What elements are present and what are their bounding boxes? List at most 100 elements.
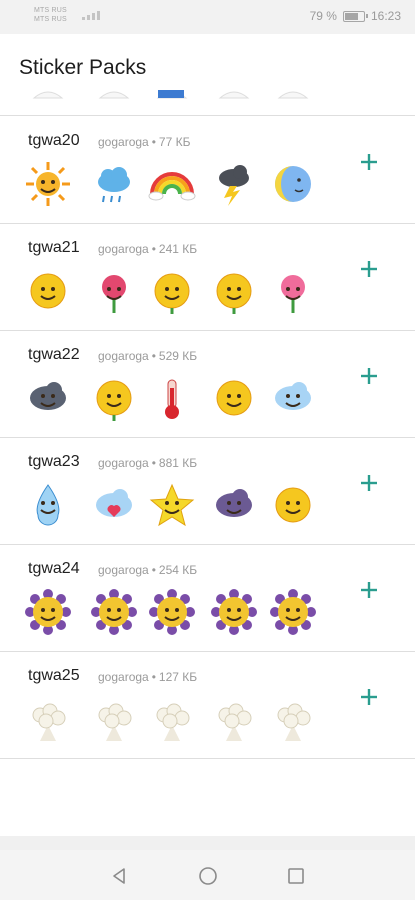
cloud-face-icon [269, 374, 317, 422]
pack-size: 881 КБ [158, 456, 198, 470]
meta-separator: • [151, 135, 156, 149]
status-bar: MTS RUS MTS RUS 79 % 16:23 [0, 0, 415, 34]
pack-meta: gogaroga • 254 КБ [98, 563, 197, 577]
recents-icon[interactable] [285, 865, 307, 887]
laughing-emoji-icon [24, 267, 72, 315]
pink-hair-boy-icon [24, 90, 72, 100]
sticker-pack-row[interactable]: tgwa19gogaroga•463 КБ [0, 90, 415, 116]
sticker-pack-row[interactable]: tgwa21 gogaroga • 241 КБ [0, 225, 415, 331]
sticker-preview-strip [24, 374, 324, 426]
plus-icon [361, 368, 377, 384]
pack-author: gogaroga [98, 456, 149, 470]
heart-rose-icon [269, 267, 317, 315]
rain-cloud-icon [90, 160, 138, 208]
white-roses-icon [24, 695, 72, 743]
thunder-cloud-icon [24, 374, 72, 422]
sticker-pack-row[interactable]: tgwa24 gogaroga • 254 КБ [0, 546, 415, 652]
sticker-preview-strip [24, 588, 324, 640]
page-title: Sticker Packs [19, 56, 147, 79]
pack-name: tgwa24 [28, 560, 80, 577]
sticker-preview-strip [24, 90, 324, 104]
cool-sun-icon [210, 374, 258, 422]
sticker-pack-list[interactable]: tgwa19gogaroga•463 КБtgwa20gogaroga•77 К… [0, 90, 415, 850]
sticker-pack-row[interactable]: tgwa23 gogaroga • 881 КБ [0, 439, 415, 545]
white-roses-heap-icon [269, 695, 317, 743]
fire-flower-icon [148, 267, 196, 315]
plus-icon [361, 475, 377, 491]
pack-name: tgwa23 [28, 453, 80, 470]
pack-meta: gogaroga • 529 КБ [98, 349, 197, 363]
carrier-line-2: MTS RUS [34, 16, 67, 23]
meta-separator: • [151, 242, 156, 256]
status-right: 79 % 16:23 [310, 9, 401, 23]
sunflower-smile-icon [24, 588, 72, 636]
white-roses-bag-icon [210, 695, 258, 743]
add-pack-button[interactable] [355, 362, 383, 390]
sun-flower-face-icon [90, 374, 138, 422]
add-pack-button[interactable] [355, 148, 383, 176]
star-face-icon [148, 481, 196, 529]
battery-percent: 79 % [309, 9, 337, 23]
red-rose-icon [90, 267, 138, 315]
pack-size: 529 КБ [158, 349, 198, 363]
pink-hair-boy-icon [90, 90, 138, 100]
add-pack-button[interactable] [355, 255, 383, 283]
sunflower-laugh-icon [148, 588, 196, 636]
meta-separator: • [151, 349, 156, 363]
sticker-preview-strip [24, 160, 324, 212]
home-icon[interactable] [197, 865, 219, 887]
white-roses-box-icon [90, 695, 138, 743]
moon-icon [269, 160, 317, 208]
add-pack-button[interactable] [355, 469, 383, 497]
pack-meta: gogaroga • 127 КБ [98, 670, 197, 684]
plus-icon [361, 261, 377, 277]
pack-name: tgwa20 [28, 132, 80, 149]
sticker-preview-strip [24, 695, 324, 747]
rainbow-icon [148, 160, 196, 208]
sunflower-wink-icon [90, 588, 138, 636]
pack-author: gogaroga [98, 670, 149, 684]
yellow-flower-icon [210, 267, 258, 315]
sun-icon [24, 160, 72, 208]
sticker-pack-row[interactable]: tgwa22 gogaroga • 529 КБ [0, 332, 415, 438]
storm-cloud-icon [210, 160, 258, 208]
add-pack-button[interactable] [355, 683, 383, 711]
sticker-pack-row[interactable]: tgwa25 gogaroga • 127 КБ [0, 653, 415, 759]
meta-separator: • [151, 563, 156, 577]
back-icon[interactable] [108, 865, 130, 887]
pack-size: 77 КБ [158, 135, 191, 149]
pink-hair-boy-icon [210, 90, 258, 100]
pack-meta: gogaroga • 241 КБ [98, 242, 197, 256]
pack-name: tgwa22 [28, 346, 80, 363]
plus-icon [361, 154, 377, 170]
app-bar: Sticker Packs [0, 34, 415, 98]
pack-author: gogaroga [98, 563, 149, 577]
pack-author: gogaroga [98, 349, 149, 363]
pack-size: 241 КБ [158, 242, 198, 256]
water-drop-icon [24, 481, 72, 529]
white-roses-bouquet-icon [148, 695, 196, 743]
signal-icon [82, 11, 100, 20]
pack-size: 127 КБ [158, 670, 198, 684]
plus-icon [361, 582, 377, 598]
pack-author: gogaroga [98, 135, 149, 149]
sticker-preview-strip [24, 267, 324, 319]
cloud-heart-icon [90, 481, 138, 529]
battery-icon [342, 10, 368, 22]
sticker-preview-strip [24, 481, 324, 533]
sticker-pack-row[interactable]: tgwa20 gogaroga • 77 КБ [0, 118, 415, 224]
pack-author: gogaroga [98, 242, 149, 256]
clock: 16:23 [370, 9, 401, 23]
sunflower-happy-icon [210, 588, 258, 636]
carrier-label: MTS RUS MTS RUS [34, 6, 67, 24]
carrier-line-1: MTS RUS [34, 7, 67, 14]
thermometer-icon [148, 374, 196, 422]
pack-name: tgwa25 [28, 667, 80, 684]
pink-hair-boy-heart-icon [269, 90, 317, 100]
plus-icon [361, 689, 377, 705]
pack-size: 254 КБ [158, 563, 198, 577]
add-pack-button[interactable] [355, 576, 383, 604]
meta-separator: • [151, 670, 156, 684]
navigation-bar [0, 850, 415, 900]
pink-hair-boy-laptop-icon [148, 90, 196, 100]
